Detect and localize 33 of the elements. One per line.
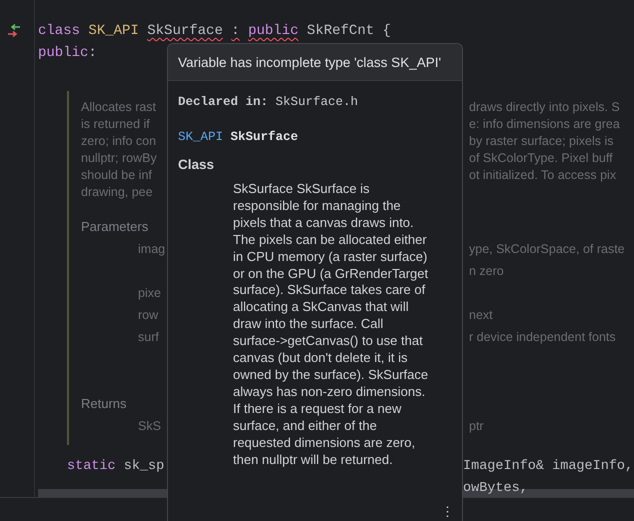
signature-text: SK_API SkSurface bbox=[178, 129, 300, 146]
code-line: public: bbox=[37, 44, 97, 63]
doc-text: is returned if bbox=[81, 116, 151, 133]
doc-text: row bbox=[137, 307, 160, 324]
code-text: owBytes, bbox=[463, 480, 529, 498]
doc-text: n zero bbox=[469, 263, 505, 280]
doc-text: next bbox=[469, 307, 494, 324]
code-line: class SK_API SkSurface : public SkRefCnt { bbox=[37, 22, 391, 41]
section-heading: Returns bbox=[81, 395, 127, 413]
doc-text: zero; info con bbox=[81, 133, 158, 150]
doc-text: ot initialized. To access pix bbox=[469, 167, 618, 184]
popup-message: Variable has incomplete type 'class SK_API' bbox=[178, 55, 442, 70]
doc-text: nullptr; rowBy bbox=[81, 150, 158, 167]
doc-text: ptr bbox=[469, 418, 485, 435]
doc-text: draws directly into pixels. S bbox=[469, 99, 621, 116]
description-text: SkSurface SkSurface is responsible for managing the pixels that a canvas draws into. The pixels can be allocated either in CPU memory (a raster surface) or on the GPU (a GrRenderTarget surface). SkSurface takes care of allocating a SkCanvas that will draw into the surface. Call surface->getCanvas() to use that canvas (but don't delete it, it is owned by the surface). SkSurface always has non-zero dimensions. If there is a request for a new surface, and either of the requested dimensions are zero, then nullptr will be returned. bbox=[233, 181, 430, 468]
doc-text: by raster surface; pixels is bbox=[469, 133, 614, 150]
doc-text: ype, SkColorSpace, of raste bbox=[469, 241, 626, 258]
doc-text: Allocates rast bbox=[81, 99, 158, 116]
doc-text: imag bbox=[137, 241, 164, 258]
doc-text: surf bbox=[137, 329, 160, 346]
declared-in-text: Declared in: SkSurface.h bbox=[178, 94, 360, 111]
code-text: ImageInfo& imageInfo, bbox=[463, 458, 634, 476]
kind-label: Class bbox=[178, 157, 216, 174]
section-heading: Parameters bbox=[81, 218, 148, 236]
code-text: static sk_sp bbox=[66, 459, 164, 474]
doc-text: SkS bbox=[137, 418, 162, 435]
doc-text: drawing, pee bbox=[81, 184, 154, 201]
doc-text: pixe bbox=[137, 285, 162, 302]
doc-text: should be inf bbox=[81, 167, 153, 184]
doc-text: e: info dimensions are grea bbox=[469, 116, 621, 133]
doc-text: r device independent fonts bbox=[469, 329, 617, 346]
doc-text: of SkColorType. Pixel buff bbox=[469, 150, 614, 167]
